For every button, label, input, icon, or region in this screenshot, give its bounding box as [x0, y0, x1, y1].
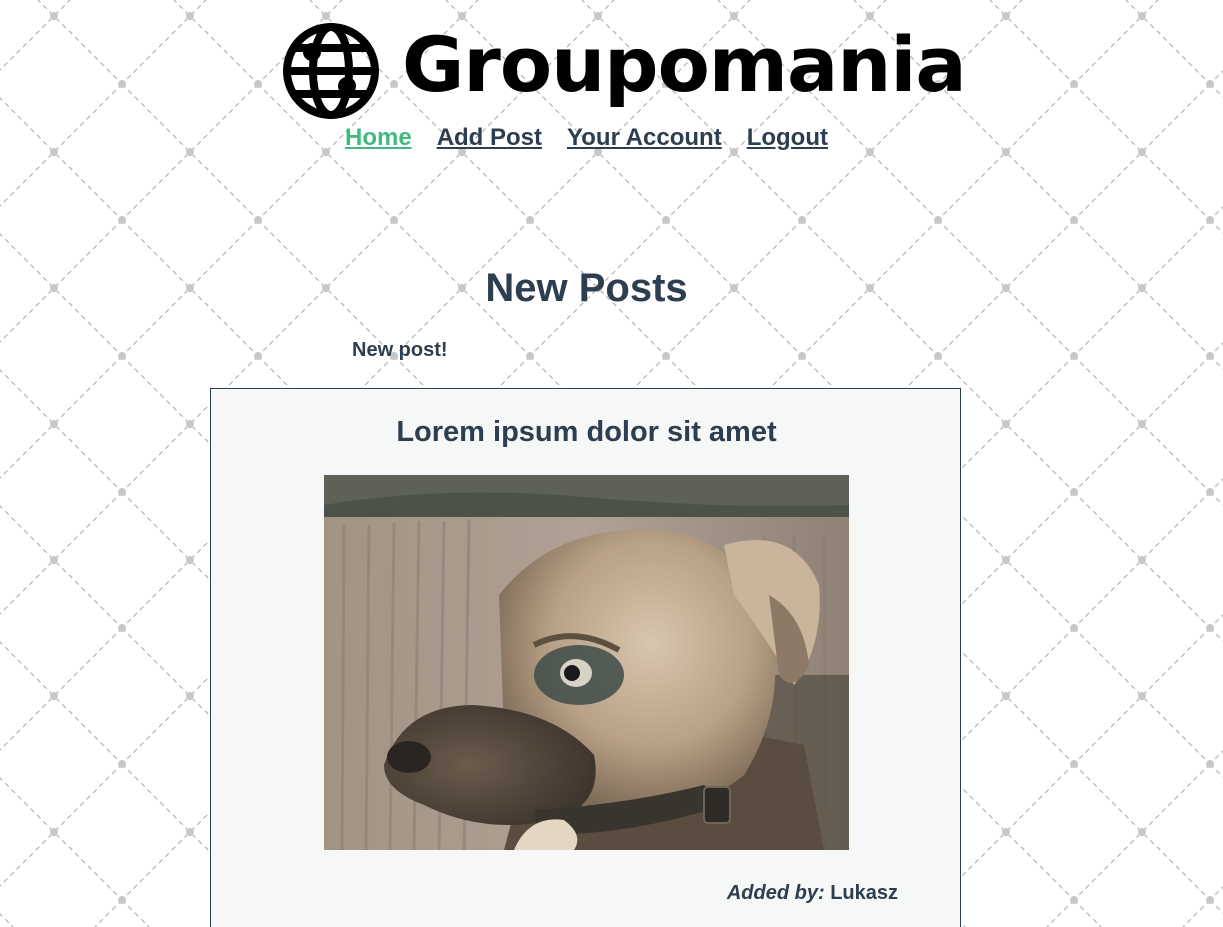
post-author: Added by: Lukasz [727, 882, 898, 905]
post-card[interactable]: Lorem ipsum dolor sit amet Added by: Luk… [210, 388, 961, 927]
nav-logout-link[interactable]: Logout [747, 124, 828, 152]
author-name: Lukasz [830, 882, 898, 904]
added-by-label: Added by: [726, 882, 825, 904]
dog-image [324, 475, 849, 850]
app-logo: Groupomania [282, 20, 967, 122]
nav-add-post-link[interactable]: Add Post [437, 124, 542, 152]
post-title: Lorem ipsum dolor sit amet [396, 416, 777, 448]
app-title: Groupomania [402, 20, 967, 109]
post-image [324, 475, 849, 850]
page-title: New Posts [485, 266, 688, 310]
new-post-link[interactable]: New post! [352, 339, 448, 362]
nav-your-account-link[interactable]: Your Account [567, 124, 722, 152]
globe-icon [283, 23, 379, 119]
main-nav: Home Add Post Your Account Logout [0, 124, 1173, 152]
nav-home-link[interactable]: Home [345, 124, 412, 152]
